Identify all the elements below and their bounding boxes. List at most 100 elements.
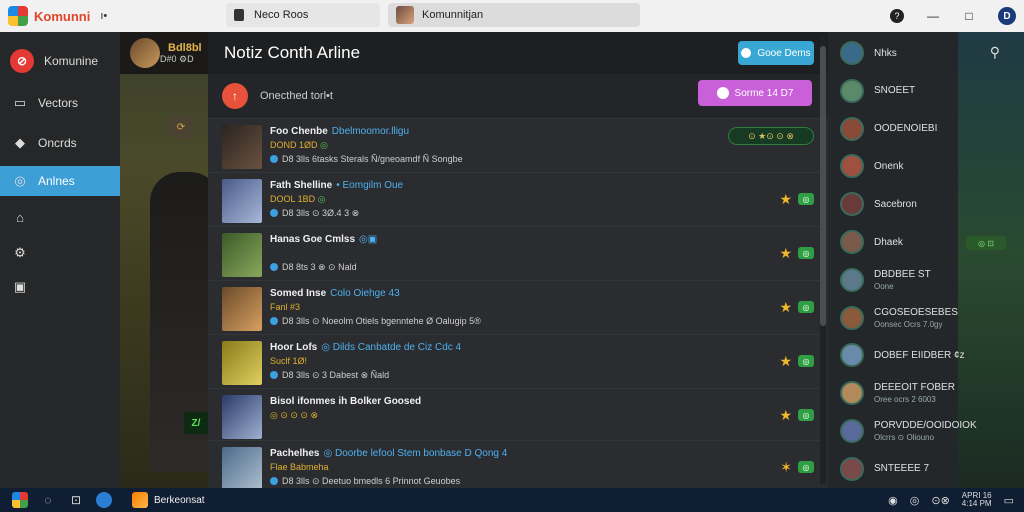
star-icon[interactable]: ★ [779, 353, 792, 370]
list-item[interactable]: Bisol ifonmes ih Bolker Goosed ◎ ⊙ ⊙ ⊙ ⊗ … [208, 388, 820, 444]
tab-neco-roos[interactable]: Neco Roos [226, 3, 380, 27]
sidebar-item-3[interactable]: ⌂ [0, 202, 120, 232]
notifications-icon[interactable]: ▭ [1004, 494, 1014, 507]
chat-icon [741, 48, 752, 58]
friend-item[interactable]: DBDBEE ST Oone [828, 261, 1024, 299]
sidebar-brand[interactable]: ⊘ Komunine [0, 46, 120, 76]
game-thumbnail [222, 447, 262, 491]
refresh-icon[interactable]: ⟳ [168, 116, 194, 138]
status-badge[interactable]: ◎ [798, 247, 814, 259]
star-icon[interactable]: ★ [779, 191, 792, 208]
list-item[interactable]: Fath Shelline • Eomgilm Oue DOOL 1BD ◎ D8 3… [208, 172, 820, 228]
row-subtitle: ◎ ⊙ ⊙ ⊙ ⊗ [270, 410, 318, 421]
help-icon[interactable]: ? [890, 9, 904, 23]
tray-icon[interactable]: ◉ [888, 494, 898, 507]
friend-name: OODENOIEBI [874, 123, 938, 135]
game-thumbnail [222, 341, 262, 385]
friend-name-block: SNOEET [874, 85, 915, 96]
friend-item[interactable]: DOBEF EIIDBER ¢z [828, 336, 1024, 374]
sidebar-item-0[interactable]: ▭ Vectors [0, 88, 120, 118]
browser-icon[interactable] [96, 492, 112, 508]
friend-item[interactable]: Onenk [828, 147, 1024, 185]
achievement-badge[interactable]: ⊙ ★⊙ ⊙ ⊗ [728, 127, 814, 145]
friend-name: Sacebron [874, 198, 917, 210]
friend-name: DBDBEE ST [874, 268, 931, 280]
row-highlight[interactable]: Colo Oiehge 43 [330, 288, 400, 299]
game-header[interactable]: Bdl8bl D#0 ⚙D [120, 32, 208, 74]
app-taskbar-icon[interactable] [132, 492, 148, 508]
star-icon[interactable]: ✶ [780, 459, 792, 476]
status-text: Onecthed torl•t [260, 90, 333, 102]
row-sub-text: DOOL 1BD [270, 194, 316, 204]
account-button[interactable]: D [998, 7, 1016, 25]
row-highlight[interactable]: ◎▣ [359, 234, 377, 245]
row-highlight[interactable]: • Eomgilm Oue [336, 180, 403, 191]
list-item[interactable]: Hoor Lofs ◎ Dilds Canbatde de Ciz Cdc 4 Su… [208, 334, 820, 390]
friend-item[interactable]: SNOEET [828, 72, 1024, 110]
activity-list: Foo Chenbe Dbelmoomor.lligu DOND 1ØD ◎ D8 3… [208, 118, 820, 491]
pink-action-button[interactable]: Sorme 14 D7 [698, 80, 812, 106]
friend-item[interactable]: OODENOIEBI [828, 110, 1024, 148]
tray-icon[interactable]: ⊙⊗ [931, 494, 949, 507]
list-item[interactable]: Foo Chenbe Dbelmoomor.lligu DOND 1ØD ◎ D8 3… [208, 118, 820, 174]
scrollbar[interactable] [820, 36, 826, 484]
friend-item[interactable]: CGOSEOESEBES Oonsec Ocrs 7.0gy [828, 299, 1024, 337]
status-badge[interactable]: ◎ [798, 301, 814, 313]
star-icon[interactable]: ★ [779, 245, 792, 262]
search-icon[interactable]: ◌ [40, 492, 56, 508]
home-icon: ⌂ [16, 209, 24, 225]
task-view-icon[interactable]: ⊡ [68, 492, 84, 508]
row-title: Fath Shelline • Eomgilm Oue [270, 180, 403, 191]
friend-item[interactable]: Nhks [828, 34, 1024, 72]
friend-item[interactable]: PORVDDE/OOIDOIOK Olcrrs ⊙ Oliouno [828, 412, 1024, 450]
row-title: Hanas Goe Cmlss ◎▣ [270, 234, 377, 245]
start-icon[interactable] [12, 492, 28, 508]
avatar [396, 6, 414, 24]
pink-button-label: Sorme 14 D7 [734, 87, 794, 99]
friend-item[interactable]: DEEEOIT FOBER Oree ocrs 2 6003 [828, 374, 1024, 412]
list-item[interactable]: Somed Inse Colo Oiehge 43 Fanl #3 D8 3lls … [208, 280, 820, 336]
status-badge[interactable]: ◎ [798, 355, 814, 367]
avatar [840, 230, 864, 254]
row-subtitle: DOND 1ØD ◎ [270, 140, 328, 151]
friend-name-block: SNTEEEE 7 [874, 463, 929, 474]
friend-status: Olcrrs ⊙ Oliouno [874, 433, 935, 442]
clock-time: 4:14 PM [961, 499, 992, 508]
row-highlight[interactable]: ◎ Dilds Canbatde de Ciz Cdc 4 [321, 342, 461, 353]
row-highlight[interactable]: Dbelmoomor.lligu [332, 126, 409, 137]
play-icon [716, 87, 729, 99]
row-title: Foo Chenbe Dbelmoomor.lligu [270, 126, 409, 137]
status-badge[interactable]: ◎ [798, 409, 814, 421]
status-badge[interactable]: ◎ [798, 193, 814, 205]
monitor-icon: ▭ [13, 95, 27, 110]
sidebar-item-1[interactable]: ◆ Oncrds [0, 128, 120, 158]
maximize-button[interactable]: □ [962, 9, 976, 23]
cyan-action-button[interactable]: Gooe Dems [738, 41, 814, 65]
app-name: Komunni [34, 8, 91, 24]
scroll-thumb[interactable] [820, 46, 826, 326]
minimize-button[interactable]: — [926, 9, 940, 23]
row-title: Bisol ifonmes ih Bolker Goosed [270, 396, 425, 407]
tray-icon[interactable]: ◎ [910, 494, 920, 507]
avatar [840, 41, 864, 65]
row-highlight[interactable]: ◎ Doorbe lefool Stem bonbase D Qong 4 [323, 448, 507, 459]
star-icon[interactable]: ★ [779, 299, 792, 316]
friend-item[interactable]: Sacebron [828, 185, 1024, 223]
sidebar-item-4[interactable]: ⚙ [0, 238, 120, 268]
cyan-button-label: Gooe Dems [757, 47, 811, 59]
row-sub-green: ◎ [317, 194, 326, 204]
friend-name-block: Dhaek [874, 237, 903, 248]
taskbar-app-label[interactable]: Berkeonsat [154, 495, 205, 506]
status-badge[interactable]: ◎ [798, 461, 814, 473]
sidebar-item-5[interactable]: ▣ [0, 272, 120, 302]
row-sub-text: ◎ ⊙ ⊙ ⊙ ⊗ [270, 410, 319, 420]
tab-komunnitjan[interactable]: Komunnitjan [388, 3, 640, 27]
sidebar-item-2[interactable]: ◎ Anlnes [0, 166, 120, 196]
clock[interactable]: APRI 16 4:14 PM [962, 492, 992, 508]
list-item[interactable]: Hanas Goe Cmlss ◎▣ D8 8ts 3 ⊗ ⊙ Nald ★ ◎ [208, 226, 820, 282]
friend-item[interactable]: SNTEEEE 7 [828, 450, 1024, 488]
friend-status: Oonsec Ocrs 7.0gy [874, 319, 943, 329]
globe-icon: ◎ [14, 173, 26, 188]
page-title: Notiz Conth Arline [224, 43, 361, 62]
star-icon[interactable]: ★ [779, 407, 792, 424]
